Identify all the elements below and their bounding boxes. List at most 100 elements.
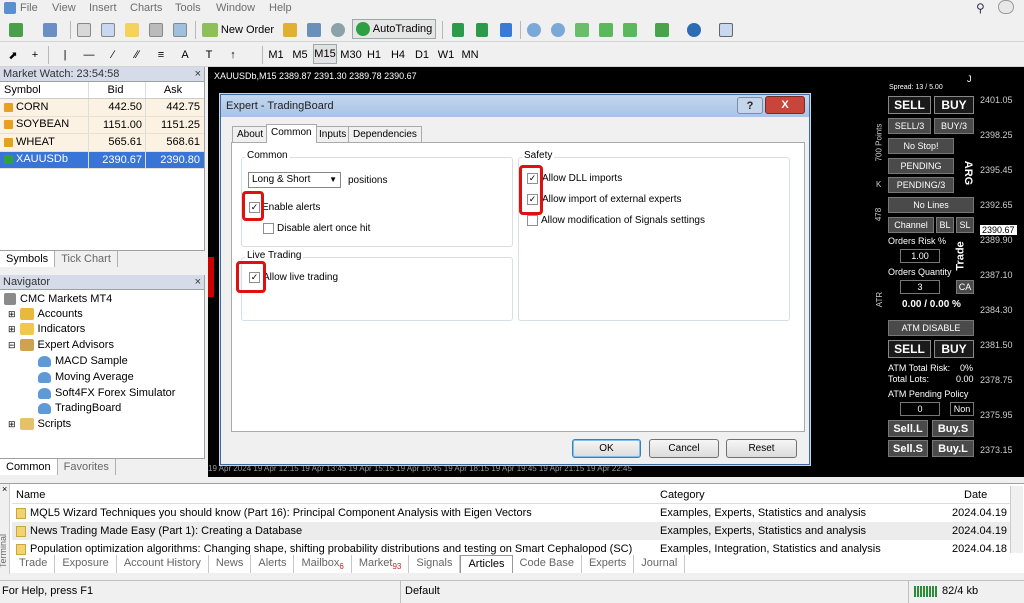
article-row[interactable]: MQL5 Wizard Techniques you should know (… <box>12 504 1022 522</box>
symbol-header[interactable]: Symbol <box>0 82 88 98</box>
text-label-icon[interactable]: T <box>200 45 218 65</box>
bl-button[interactable]: BL <box>936 217 954 233</box>
pending-button[interactable]: PENDING <box>888 158 954 174</box>
buy-button[interactable]: BUY <box>934 96 974 114</box>
buy-stop-button[interactable]: Buy.S <box>932 420 974 437</box>
article-row[interactable]: News Trading Made Easy (Part 1): Creatin… <box>12 522 1022 540</box>
new-order-button[interactable]: New Order <box>200 20 276 40</box>
tf-m5[interactable]: M5 <box>290 45 310 65</box>
text-icon[interactable]: A <box>176 45 194 65</box>
terminal-icon[interactable] <box>146 20 166 40</box>
menu-charts[interactable]: Charts <box>130 2 162 14</box>
tf-m15[interactable]: M15 <box>313 44 337 64</box>
menu-view[interactable]: View <box>52 2 76 14</box>
data-window-icon[interactable] <box>98 20 118 40</box>
close-icon[interactable]: × <box>195 67 201 82</box>
profiles-icon[interactable] <box>36 20 64 40</box>
date-header[interactable]: Date <box>964 489 987 501</box>
tab-market[interactable]: Market93 <box>352 555 410 573</box>
tf-h1[interactable]: H1 <box>364 45 384 65</box>
tab-symbols[interactable]: Symbols <box>0 251 56 267</box>
sell-third-button[interactable]: SELL/3 <box>888 118 931 134</box>
line-chart-icon[interactable] <box>496 20 516 40</box>
tester-icon[interactable] <box>170 20 190 40</box>
ok-button[interactable]: OK <box>572 439 641 458</box>
reset-button[interactable]: Reset <box>726 439 797 458</box>
name-header[interactable]: Name <box>16 489 45 501</box>
atm-disable-button[interactable]: ATM DISABLE <box>888 320 974 336</box>
cancel-button[interactable]: Cancel <box>649 439 719 458</box>
tab-trade[interactable]: Trade <box>12 555 56 573</box>
arrows-icon[interactable]: ↑ <box>224 45 242 65</box>
tab-code-base[interactable]: Code Base <box>513 555 582 573</box>
close-icon[interactable]: × <box>2 484 7 494</box>
tab-inputs[interactable]: Inputs <box>314 126 352 142</box>
meta-editor-icon[interactable] <box>280 20 300 40</box>
autotrading-button[interactable]: AutoTrading <box>352 19 436 39</box>
tab-favorites[interactable]: Favorites <box>58 459 116 475</box>
globe-icon[interactable] <box>328 20 348 40</box>
periods-icon[interactable] <box>680 20 708 40</box>
help-icon[interactable]: ? <box>737 97 763 114</box>
disable-alert-checkbox[interactable] <box>263 223 274 234</box>
non-toggle[interactable]: Non <box>950 402 974 416</box>
tab-about[interactable]: About <box>232 126 269 142</box>
nav-ea-moving-average[interactable]: Moving Average <box>38 369 134 385</box>
tab-alerts[interactable]: Alerts <box>251 555 295 573</box>
terminal-scrollbar[interactable] <box>1010 486 1023 553</box>
nav-ea-soft4fx[interactable]: Soft4FX Forex Simulator <box>38 385 175 401</box>
nav-accounts[interactable]: ⊞ Accounts <box>8 306 83 322</box>
atm-sell-button[interactable]: SELL <box>888 340 931 358</box>
market-watch-row[interactable]: XAUUSDb 2390.67 2390.80 <box>0 151 204 169</box>
nav-ea-macd[interactable]: MACD Sample <box>38 353 128 369</box>
buy-limit-button[interactable]: Buy.L <box>932 440 974 457</box>
tab-tick-chart[interactable]: Tick Chart <box>55 251 118 267</box>
menu-help[interactable]: Help <box>269 2 292 14</box>
pending-third-button[interactable]: PENDING/3 <box>888 177 954 193</box>
tab-experts[interactable]: Experts <box>582 555 635 573</box>
candlestick-icon[interactable] <box>472 20 492 40</box>
nav-indicators[interactable]: ⊞ Indicators <box>8 321 85 337</box>
nav-root[interactable]: CMC Markets MT4 <box>4 291 112 307</box>
nav-expert-advisors[interactable]: ⊟ Expert Advisors <box>8 337 114 353</box>
close-icon[interactable]: × <box>195 275 201 290</box>
navigator-icon[interactable] <box>122 20 142 40</box>
trendline-icon[interactable]: ∕ <box>104 45 122 65</box>
templates-icon[interactable] <box>712 20 740 40</box>
no-stop-button[interactable]: No Stop! <box>888 138 954 154</box>
allow-signals-checkbox[interactable] <box>527 215 538 226</box>
tf-h4[interactable]: H4 <box>388 45 408 65</box>
tab-journal[interactable]: Journal <box>634 555 686 573</box>
search-icon[interactable]: ⚲ <box>976 1 985 15</box>
tab-account-history[interactable]: Account History <box>117 555 209 573</box>
sell-stop-button[interactable]: Sell.S <box>888 440 928 457</box>
horizontal-line-icon[interactable]: — <box>80 45 98 65</box>
nav-scripts[interactable]: ⊞ Scripts <box>8 416 71 432</box>
tab-news[interactable]: News <box>209 555 252 573</box>
tab-common[interactable]: Common <box>0 459 58 475</box>
tile-windows-icon[interactable] <box>572 20 592 40</box>
cursor-icon[interactable]: ⬈ <box>4 45 22 65</box>
buy-third-button[interactable]: BUY/3 <box>934 118 974 134</box>
bid-header[interactable]: Bid <box>88 82 145 98</box>
zoom-in-icon[interactable] <box>524 20 544 40</box>
market-watch-row[interactable]: WHEAT 565.61 568.61 <box>0 134 204 152</box>
tab-signals[interactable]: Signals <box>409 555 461 573</box>
tab-articles[interactable]: Articles <box>460 555 513 573</box>
no-lines-button[interactable]: No Lines <box>888 197 974 213</box>
market-watch-row[interactable]: SOYBEAN 1151.00 1151.25 <box>0 116 204 134</box>
risk-input[interactable]: 1.00 <box>900 249 940 263</box>
notification-icon[interactable] <box>998 0 1014 17</box>
market-watch-row[interactable]: CORN 442.50 442.75 <box>0 99 204 117</box>
tf-mn[interactable]: MN <box>460 45 480 65</box>
tf-m1[interactable]: M1 <box>266 45 286 65</box>
channel-icon[interactable]: ∕∕ <box>128 45 146 65</box>
tab-common[interactable]: Common <box>266 124 317 143</box>
vertical-line-icon[interactable]: | <box>56 45 74 65</box>
tab-dependencies[interactable]: Dependencies <box>348 126 422 142</box>
indicators-icon[interactable] <box>648 20 676 40</box>
atm-buy-button[interactable]: BUY <box>934 340 974 358</box>
tab-mailbox[interactable]: Mailbox6 <box>294 555 352 573</box>
ca-button[interactable]: CA <box>956 280 974 294</box>
tf-w1[interactable]: W1 <box>436 45 456 65</box>
